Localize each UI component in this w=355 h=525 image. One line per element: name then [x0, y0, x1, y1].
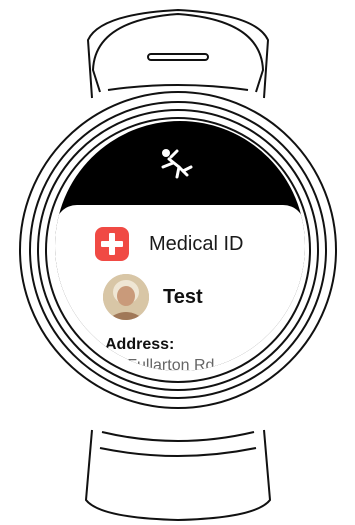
- user-name: Test: [163, 285, 203, 308]
- medical-cross-icon: [95, 227, 129, 261]
- medical-id-card[interactable]: Medical ID Test Address: 54 Fullarton Rd: [55, 205, 305, 371]
- watch-screen: Medical ID Test Address: 54 Fullarton Rd: [55, 121, 305, 371]
- medical-id-title: Medical ID: [149, 232, 244, 255]
- person-falling-icon: [161, 149, 193, 179]
- avatar: [103, 274, 149, 320]
- address-value: 54 Fullarton Rd: [105, 357, 215, 371]
- address-label: Address:: [105, 336, 175, 353]
- medical-id-header: Medical ID: [95, 227, 243, 261]
- user-row: Test: [103, 274, 203, 320]
